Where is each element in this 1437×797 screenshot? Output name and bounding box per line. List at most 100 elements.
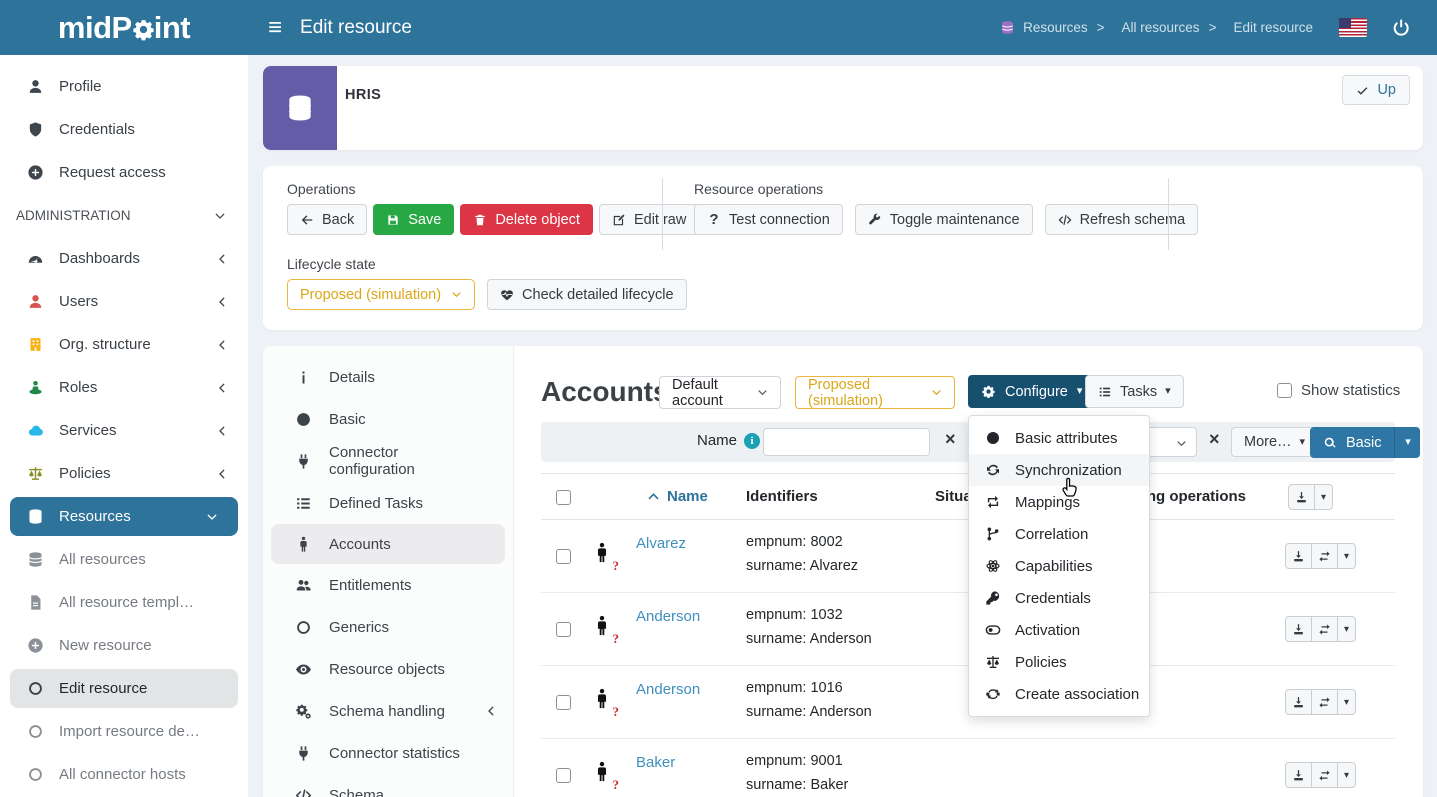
sidebar-item-org-structure[interactable]: Org. structure xyxy=(0,323,248,366)
show-statistics-checkbox[interactable] xyxy=(1277,383,1292,398)
export-button[interactable] xyxy=(1288,484,1315,510)
breadcrumb-item-all-resources[interactable]: All resources xyxy=(1097,20,1200,35)
resource-summary-card: HRIS Up xyxy=(263,66,1423,150)
sidebar-item-dashboards[interactable]: Dashboards xyxy=(0,237,248,280)
select-all-checkbox[interactable] xyxy=(556,490,571,505)
tab-schema[interactable]: Schema xyxy=(263,774,513,797)
tab-accounts[interactable]: Accounts xyxy=(271,524,505,564)
logout-power-icon[interactable] xyxy=(1391,18,1411,38)
column-identifiers: Identifiers xyxy=(746,488,818,505)
row-checkbox[interactable] xyxy=(556,549,571,564)
sidebar-item-policies[interactable]: Policies xyxy=(0,452,248,495)
import-preview-button[interactable] xyxy=(1285,689,1312,715)
menu-item-credentials[interactable]: Credentials xyxy=(969,582,1149,614)
menu-item-create-association[interactable]: Create association xyxy=(969,678,1149,710)
import-preview-button[interactable] xyxy=(1285,762,1312,788)
row-checkbox[interactable] xyxy=(556,622,571,637)
sidebar-subitem-edit-resource[interactable]: Edit resource xyxy=(10,669,238,708)
exchange-icon xyxy=(1318,769,1331,782)
menu-item-policies[interactable]: Policies xyxy=(969,646,1149,678)
sidebar-item-credentials[interactable]: Credentials xyxy=(0,108,248,151)
sidebar-item-users[interactable]: Users xyxy=(0,280,248,323)
search-mode-caret[interactable]: ▾ xyxy=(1394,427,1420,458)
menu-item-correlation[interactable]: Correlation xyxy=(969,518,1149,550)
sidebar-section-administration[interactable]: ADMINISTRATION xyxy=(0,194,248,237)
account-name-link[interactable]: Anderson xyxy=(636,608,700,625)
menu-item-capabilities[interactable]: Capabilities xyxy=(969,550,1149,582)
accounts-lifecycle-select[interactable]: Proposed (simulation) xyxy=(795,376,955,409)
row-menu-caret[interactable]: ▾ xyxy=(1337,762,1356,788)
tab-entitlements[interactable]: Entitlements xyxy=(263,564,513,606)
back-button[interactable]: Back xyxy=(287,204,367,235)
resource-status-up-button[interactable]: Up xyxy=(1342,75,1410,105)
circle-icon xyxy=(984,430,1002,446)
row-checkbox[interactable] xyxy=(556,695,571,710)
tab-connector-statistics[interactable]: Connector statistics xyxy=(263,732,513,774)
identifier-surname: surname: Anderson xyxy=(746,631,872,647)
remove-filter-icon[interactable]: × xyxy=(1209,430,1220,448)
midpoint-logo[interactable]: midP int xyxy=(0,10,248,46)
menu-item-synchronization[interactable]: Synchronization xyxy=(969,454,1149,486)
retweet-icon xyxy=(984,494,1002,510)
resource-account-button[interactable] xyxy=(1311,689,1338,715)
show-statistics-toggle[interactable]: Show statistics xyxy=(1277,382,1400,399)
row-menu-caret[interactable]: ▾ xyxy=(1337,689,1356,715)
sidebar-item-services[interactable]: Services xyxy=(0,409,248,452)
row-menu-caret[interactable]: ▾ xyxy=(1337,616,1356,642)
save-button[interactable]: Save xyxy=(373,204,454,235)
row-menu-caret[interactable]: ▾ xyxy=(1337,543,1356,569)
sidebar-subitem-import-resource-definit[interactable]: Import resource definit… xyxy=(0,710,248,753)
configure-button[interactable]: Configure ▾ xyxy=(968,375,1095,408)
tab-resource-objects[interactable]: Resource objects xyxy=(263,648,513,690)
sidebar-item-roles[interactable]: Roles xyxy=(0,366,248,409)
sidebar-subitem-all-resources[interactable]: All resources xyxy=(0,538,248,581)
delete-object-button[interactable]: Delete object xyxy=(460,204,593,235)
resource-account-button[interactable] xyxy=(1311,762,1338,788)
identifier-empnum: empnum: 9001 xyxy=(746,753,843,769)
sidebar-subitem-new-resource[interactable]: New resource xyxy=(0,624,248,667)
tab-connector-configuration[interactable]: Connector configuration xyxy=(263,440,513,482)
tab-generics[interactable]: Generics xyxy=(263,606,513,648)
more-filters-button[interactable]: More… ▾ xyxy=(1231,427,1318,457)
name-search-input[interactable] xyxy=(763,428,930,456)
tab-label: Accounts xyxy=(329,536,391,553)
menu-item-mappings[interactable]: Mappings xyxy=(969,486,1149,518)
sidebar-item-resources[interactable]: Resources xyxy=(10,497,238,536)
clear-name-icon[interactable]: × xyxy=(945,430,956,448)
account-name-link[interactable]: Anderson xyxy=(636,681,700,698)
tab-defined-tasks[interactable]: Defined Tasks xyxy=(263,482,513,524)
resource-account-button[interactable] xyxy=(1311,543,1338,569)
test-connection-button[interactable]: ? Test connection xyxy=(694,204,843,235)
tasks-button[interactable]: Tasks ▾ xyxy=(1085,375,1184,408)
sidebar-subitem-all-connector-hosts[interactable]: All connector hosts xyxy=(0,753,248,796)
sidebar-subitem-all-resource-templates[interactable]: All resource templates xyxy=(0,581,248,624)
lifecycle-state-select[interactable]: Proposed (simulation) xyxy=(287,279,475,310)
toggle-maintenance-button[interactable]: Toggle maintenance xyxy=(855,204,1033,235)
import-preview-button[interactable] xyxy=(1285,616,1312,642)
breadcrumb-item-resources[interactable]: Resources xyxy=(1000,20,1088,35)
edit-raw-button[interactable]: Edit raw xyxy=(599,204,699,235)
row-checkbox[interactable] xyxy=(556,768,571,783)
account-name-link[interactable]: Baker xyxy=(636,754,675,771)
menu-item-basic-attributes[interactable]: Basic attributes xyxy=(969,422,1149,454)
resource-account-button[interactable] xyxy=(1311,616,1338,642)
sidebar-item-profile[interactable]: Profile xyxy=(0,65,248,108)
menu-item-activation[interactable]: Activation xyxy=(969,614,1149,646)
info-icon[interactable]: i xyxy=(744,433,760,449)
sidebar-item-request-access[interactable]: Request access xyxy=(0,151,248,194)
tab-details[interactable]: Details xyxy=(263,356,513,398)
breadcrumb-item-edit-resource[interactable]: Edit resource xyxy=(1209,20,1313,35)
tab-schema-handling[interactable]: Schema handling xyxy=(263,690,513,732)
check-detailed-lifecycle-button[interactable]: Check detailed lifecycle xyxy=(487,279,687,310)
account-name-link[interactable]: Alvarez xyxy=(636,535,686,552)
locale-flag-us[interactable] xyxy=(1339,18,1367,37)
menu-toggle-icon[interactable]: ≡ xyxy=(268,16,282,40)
object-type-select[interactable]: Default account xyxy=(659,376,781,409)
export-menu-caret[interactable]: ▾ xyxy=(1314,484,1333,510)
resource-operations-label: Resource operations xyxy=(694,181,823,197)
tab-basic[interactable]: Basic xyxy=(263,398,513,440)
column-name[interactable]: Name xyxy=(647,488,708,505)
search-mode-button[interactable]: Basic ▾ xyxy=(1310,427,1420,458)
refresh-schema-button[interactable]: Refresh schema xyxy=(1045,204,1199,235)
import-preview-button[interactable] xyxy=(1285,543,1312,569)
